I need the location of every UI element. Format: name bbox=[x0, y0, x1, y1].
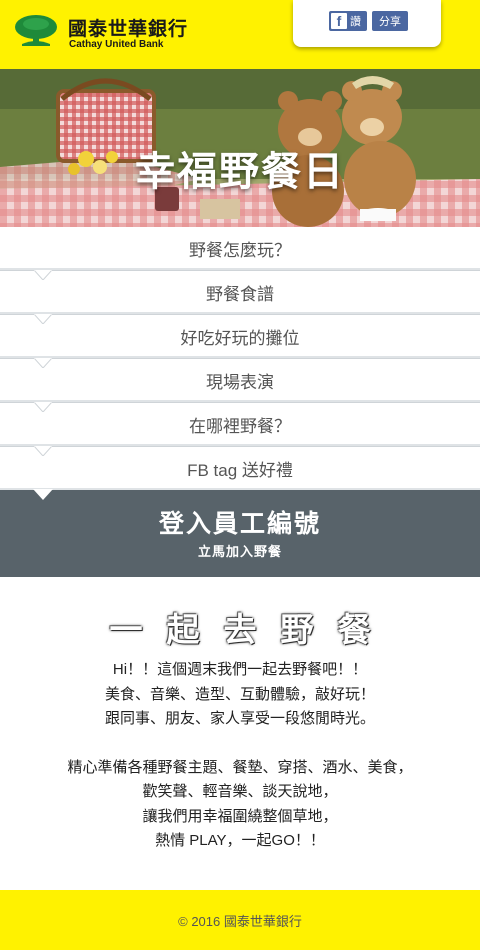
intro-title: 一起去野餐 bbox=[109, 611, 395, 648]
menu-item-label: 現場表演 bbox=[206, 373, 274, 392]
share-box: f 讚 分享 bbox=[293, 0, 441, 47]
chevron-down-icon bbox=[34, 358, 52, 368]
login-employee-id-button[interactable]: 登入員工編號 立馬加入野餐 bbox=[0, 489, 480, 577]
chevron-down-icon bbox=[34, 314, 52, 324]
fb-share-label: 分享 bbox=[379, 16, 401, 28]
menu-item-how-to-play[interactable]: 野餐怎麼玩？ bbox=[0, 227, 480, 280]
intro-line: 美食、音樂、造型、互動體驗，敲好玩！ bbox=[104, 685, 375, 703]
intro-line: Hi！！這個週末我們一起去野餐吧！！ bbox=[112, 661, 368, 678]
login-title: 登入員工編號 bbox=[158, 510, 321, 538]
menu-item-label: 在哪裡野餐？ bbox=[189, 417, 291, 436]
fb-like-label: 讚 bbox=[350, 16, 361, 28]
intro-line: 跟同事、朋友、家人享受一段悠閒時光。 bbox=[104, 710, 375, 727]
hero-banner: 幸福野餐日 bbox=[0, 69, 480, 227]
header: 國泰世華銀行 Cathay United Bank f 讚 分享 bbox=[0, 0, 480, 69]
menu-item-fb-tag[interactable]: FB tag 送好禮 bbox=[0, 447, 480, 491]
nav-menu: 野餐怎麼玩？ 野餐食譜 好吃好玩的攤位 現場表演 在哪裡野餐？ FB tag 送… bbox=[0, 227, 480, 491]
intro-text: Hi！！這個週末我們一起去野餐吧！！ 美食、音樂、造型、互動體驗，敲好玩！ 跟同… bbox=[0, 658, 480, 854]
menu-item-location[interactable]: 在哪裡野餐？ bbox=[0, 403, 480, 456]
brand-name-zh: 國泰世華銀行 bbox=[68, 19, 189, 40]
menu-item-label: 好吃好玩的攤位 bbox=[180, 329, 300, 348]
chevron-down-icon bbox=[34, 446, 52, 456]
intro-line: 熱情 PLAY，一起GO！！ bbox=[155, 832, 325, 849]
copyright-text: © 2016 國泰世華銀行 bbox=[178, 913, 302, 929]
menu-item-stalls[interactable]: 好吃好玩的攤位 bbox=[0, 315, 480, 368]
hero-title: 幸福野餐日 bbox=[135, 150, 345, 194]
menu-item-recipes[interactable]: 野餐食譜 bbox=[0, 271, 480, 324]
menu-item-label: 野餐食譜 bbox=[206, 285, 274, 304]
footer: © 2016 國泰世華銀行 bbox=[0, 890, 480, 950]
chevron-down-icon bbox=[34, 402, 52, 412]
intro-line: 讓我們用幸福圍繞整個草地， bbox=[142, 807, 338, 825]
brand-name-en: Cathay United Bank bbox=[69, 39, 164, 50]
fb-like-button[interactable]: f 讚 bbox=[329, 11, 367, 31]
chevron-down-icon bbox=[33, 489, 53, 500]
menu-item-label: FB tag 送好禮 bbox=[187, 461, 293, 480]
intro-line: 精心準備各種野餐主題、餐墊、穿搭、酒水、美食， bbox=[67, 758, 413, 776]
chevron-down-icon bbox=[34, 270, 52, 280]
cathay-tree-logo-icon[interactable] bbox=[14, 14, 58, 48]
menu-item-performances[interactable]: 現場表演 bbox=[0, 359, 480, 412]
login-subtitle: 立馬加入野餐 bbox=[197, 544, 282, 559]
facebook-icon: f bbox=[331, 13, 347, 29]
menu-item-label: 野餐怎麼玩？ bbox=[189, 241, 291, 260]
fb-share-button[interactable]: 分享 bbox=[372, 11, 408, 31]
intro-line: 歡笑聲、輕音樂、談天說地， bbox=[142, 783, 338, 800]
